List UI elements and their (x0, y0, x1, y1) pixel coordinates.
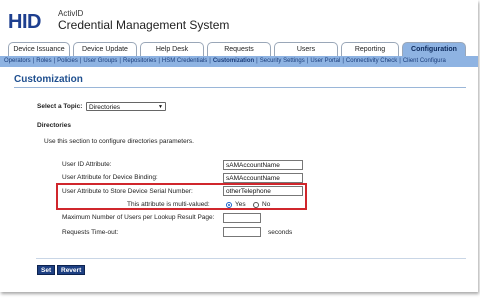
tab-requests[interactable]: Requests (207, 42, 271, 56)
product-line: ActivID (58, 9, 84, 18)
user-id-label: User ID Attribute: (62, 161, 112, 168)
tab-help-desk[interactable]: Help Desk (140, 42, 204, 56)
title-divider (14, 87, 466, 88)
app-title: Credential Management System (58, 18, 230, 32)
section-heading: Directories (37, 122, 71, 129)
serial-input[interactable]: otherTelephone (223, 186, 303, 196)
subnav-connectivity-check[interactable]: Connectivity Check (346, 58, 397, 64)
section-description: Use this section to configure directorie… (44, 138, 194, 145)
chevron-down-icon: ▼ (158, 104, 163, 110)
multivalued-label: This attribute is multi-valued: (127, 201, 210, 208)
timeout-unit: seconds (268, 229, 293, 236)
binding-input[interactable]: sAMAccountName (223, 173, 303, 183)
subnav-user-groups[interactable]: User Groups (83, 58, 117, 64)
revert-button[interactable]: Revert (57, 265, 86, 275)
radio-yes-label: Yes (235, 201, 246, 208)
binding-label: User Attribute for Device Binding: (62, 174, 158, 181)
radio-no[interactable] (253, 202, 259, 208)
topic-label: Select a Topic: (37, 103, 83, 110)
topic-select-value: Directories (89, 104, 121, 111)
subnav-customization[interactable]: Customization (213, 58, 254, 64)
tab-device-update[interactable]: Device Update (73, 42, 137, 56)
subnav-policies[interactable]: Policies (57, 58, 78, 64)
bottom-divider (36, 258, 466, 259)
radio-yes[interactable] (226, 202, 232, 208)
tab-configuration[interactable]: Configuration (402, 42, 466, 57)
tab-users[interactable]: Users (274, 42, 338, 56)
serial-label: User Attribute to Store Device Serial Nu… (62, 188, 193, 195)
max-users-label: Maximum Number of Users per Lookup Resul… (62, 214, 215, 221)
set-button[interactable]: Set (37, 265, 56, 275)
subnav-operators[interactable]: Operators (4, 58, 31, 64)
main-tabs: Device Issuance Device Update Help Desk … (0, 42, 478, 57)
subnav-hsm-credentials[interactable]: HSM Credentials (162, 58, 207, 64)
app-window: HID ActivID Credential Management System… (0, 0, 478, 292)
topic-select[interactable]: Directories ▼ (86, 102, 166, 111)
subnav-roles[interactable]: Roles (36, 58, 51, 64)
max-users-input[interactable] (223, 213, 261, 223)
tab-reporting[interactable]: Reporting (341, 42, 399, 56)
subnav-security-settings[interactable]: Security Settings (260, 58, 305, 64)
tab-device-issuance[interactable]: Device Issuance (8, 42, 70, 56)
sub-navigation: Operators | Roles | Policies | User Groups | Rep… (0, 56, 478, 67)
hid-logo: HID (8, 11, 41, 33)
subnav-repositories[interactable]: Repositories (123, 58, 156, 64)
subnav-client-configuration[interactable]: Client Configura (403, 58, 446, 64)
subnav-user-portal[interactable]: User Portal (310, 58, 340, 64)
radio-no-label: No (262, 201, 271, 208)
timeout-label: Requests Time-out: (62, 229, 119, 236)
page-title: Customization (14, 74, 83, 85)
timeout-input[interactable] (223, 227, 261, 237)
user-id-input[interactable]: sAMAccountName (223, 160, 303, 170)
